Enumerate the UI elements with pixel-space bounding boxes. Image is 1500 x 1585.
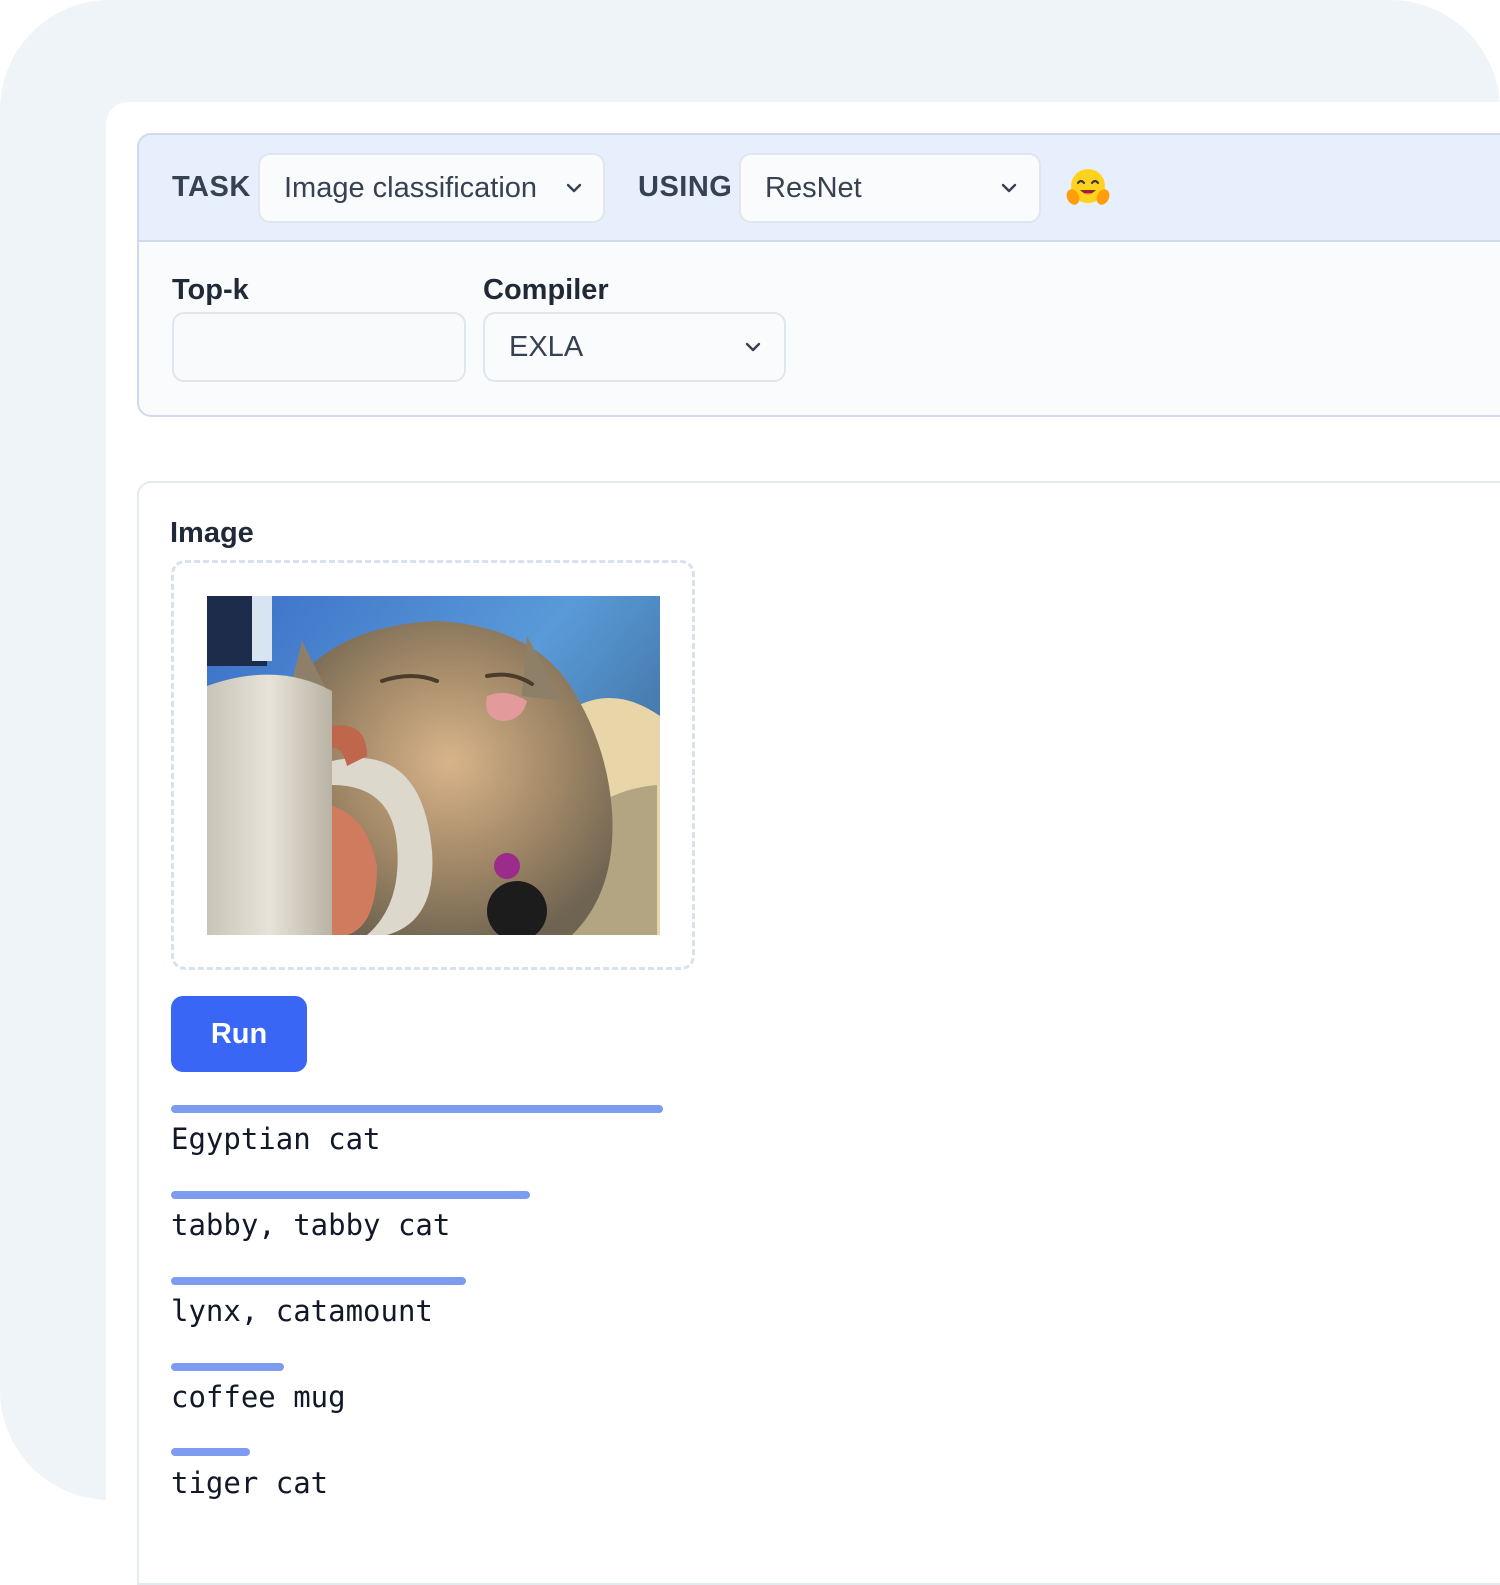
result-bar [171, 1363, 284, 1371]
chevron-down-icon [1001, 183, 1017, 193]
result-label: tiger cat [171, 1466, 329, 1500]
topk-input[interactable] [172, 312, 466, 382]
result-label: Egyptian cat [171, 1122, 381, 1156]
config-card: TASK Image classification USING ResNet T… [137, 133, 1500, 417]
model-select[interactable]: ResNet [739, 153, 1041, 223]
chevron-down-icon [745, 342, 761, 352]
result-label: tabby, tabby cat [171, 1208, 451, 1242]
model-select-value: ResNet [765, 172, 862, 204]
chevron-down-icon [566, 183, 582, 193]
compiler-select-value: EXLA [509, 331, 584, 363]
using-label: USING [638, 171, 733, 203]
result-label: lynx, catamount [171, 1294, 433, 1328]
task-select-value: Image classification [284, 172, 538, 204]
result-bar [171, 1105, 663, 1113]
topk-label: Top-k [172, 274, 249, 306]
image-label: Image [170, 517, 254, 549]
result-bar [171, 1277, 466, 1285]
task-select[interactable]: Image classification [258, 153, 605, 223]
result-bar [171, 1191, 530, 1199]
compiler-select[interactable]: EXLA [483, 312, 786, 382]
result-bar [171, 1448, 250, 1456]
hugging-face-icon [1066, 169, 1110, 205]
task-header: TASK Image classification USING ResNet [139, 135, 1500, 242]
run-button[interactable]: Run [171, 996, 307, 1072]
result-label: coffee mug [171, 1380, 346, 1414]
task-label: TASK [172, 171, 251, 203]
cat-photo [207, 596, 660, 935]
compiler-label: Compiler [483, 274, 609, 306]
